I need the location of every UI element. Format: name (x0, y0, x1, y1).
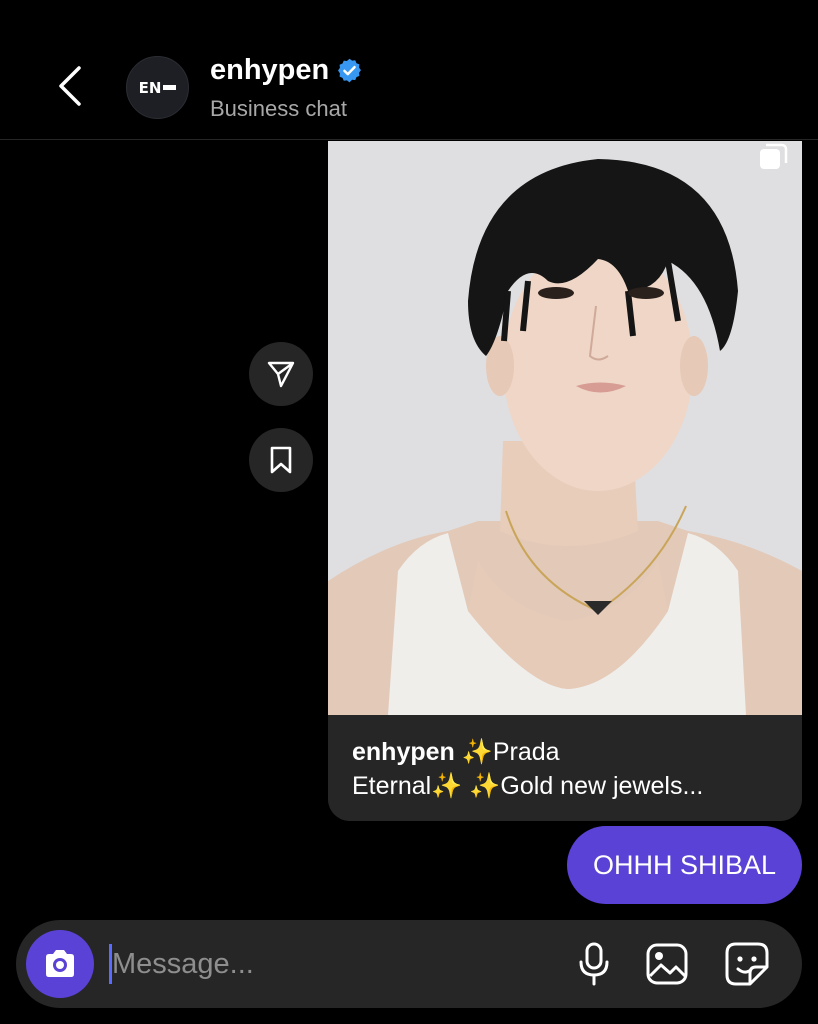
post-caption: enhypen ✨Prada Eternal✨ ✨Gold new jewels… (328, 715, 802, 821)
title-row[interactable]: enhypen (210, 54, 363, 87)
verified-badge-icon (338, 58, 362, 83)
gallery-button[interactable] (643, 940, 691, 988)
bookmark-icon (270, 446, 292, 474)
post-image[interactable] (328, 141, 802, 715)
chat-header: EN enhypen Business chat (0, 0, 818, 140)
save-button[interactable] (249, 428, 313, 492)
logo-bar (163, 85, 177, 90)
back-button[interactable] (48, 58, 92, 114)
caption-line-2: Eternal✨ ✨Gold new jewels... (352, 772, 704, 800)
caption-username: enhypen (352, 738, 455, 766)
avatar[interactable]: EN (126, 56, 189, 119)
message-composer (16, 920, 802, 1008)
message-text: OHHH SHIBAL (592, 849, 776, 880)
carousel-icon (760, 143, 788, 169)
shared-post-card[interactable]: enhypen ✨Prada Eternal✨ ✨Gold new jewels… (328, 141, 802, 821)
chat-subtitle: Business chat (210, 96, 347, 121)
send-icon (267, 361, 295, 388)
sticker-icon (725, 942, 769, 986)
camera-button[interactable] (26, 930, 94, 998)
microphone-icon (579, 942, 609, 986)
sticker-button[interactable] (723, 940, 771, 988)
avatar-logo-text: EN (138, 78, 162, 97)
image-icon (646, 943, 688, 985)
voice-button[interactable] (570, 940, 618, 988)
chat-title: enhypen (210, 54, 330, 86)
caption-line-1: enhypen ✨Prada (352, 735, 778, 769)
avatar-logo: EN (139, 79, 177, 97)
caption-text-1: ✨Prada (454, 738, 560, 766)
share-button[interactable] (249, 342, 313, 406)
message-input[interactable] (112, 942, 542, 986)
portrait-illustration (328, 141, 802, 715)
chevron-left-icon (59, 66, 81, 106)
sent-message-bubble[interactable]: OHHH SHIBAL (566, 826, 802, 904)
camera-icon (46, 950, 74, 977)
